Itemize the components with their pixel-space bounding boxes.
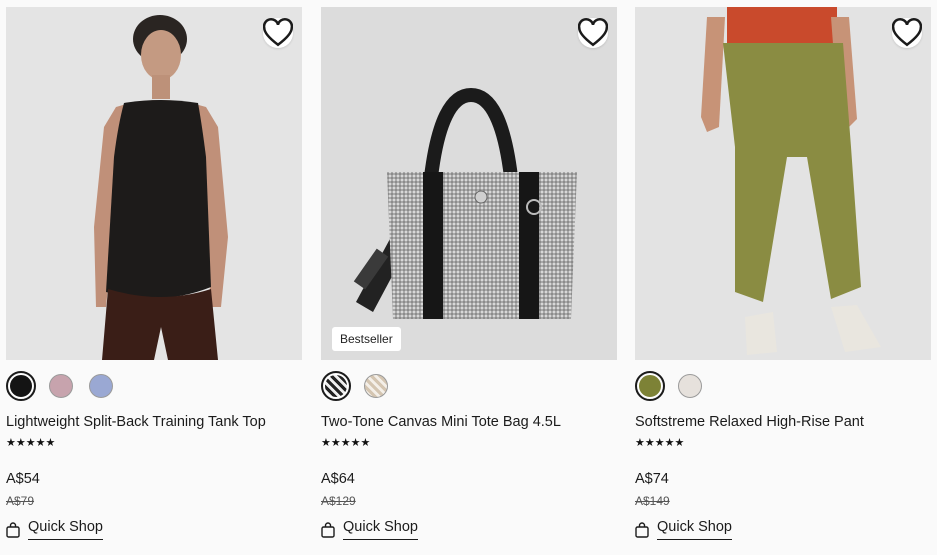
swatch-blue[interactable]: [89, 374, 113, 398]
rating-stars: ★★★★★: [6, 437, 56, 449]
rating-stars: ★★★★★: [635, 437, 685, 449]
swatch-bone[interactable]: [678, 374, 702, 398]
bestseller-badge: Bestseller: [332, 327, 401, 351]
sale-price: A$54: [6, 471, 40, 487]
original-price: A$129: [321, 494, 356, 508]
quick-shop-label: Quick Shop: [657, 519, 732, 540]
rating-stars: ★★★★★: [321, 437, 371, 449]
sale-price: A$64: [321, 471, 355, 487]
product-card-tank-top: Lightweight Split-Back Training Tank Top…: [6, 0, 302, 555]
heart-icon: [892, 17, 922, 46]
heart-icon: [578, 17, 608, 46]
wishlist-button[interactable]: [263, 17, 293, 48]
product-name[interactable]: Two-Tone Canvas Mini Tote Bag 4.5L: [321, 414, 561, 430]
tank-top-photo: [6, 7, 302, 360]
quick-shop-button[interactable]: Quick Shop: [635, 519, 732, 540]
color-swatches: [321, 371, 388, 401]
product-image-tote-bag[interactable]: Bestseller: [321, 7, 617, 360]
color-swatches: [6, 371, 113, 401]
wishlist-button[interactable]: [578, 17, 608, 48]
swatch-black[interactable]: [6, 371, 36, 401]
product-name[interactable]: Lightweight Split-Back Training Tank Top: [6, 414, 266, 430]
product-name[interactable]: Softstreme Relaxed High-Rise Pant: [635, 414, 864, 430]
shopping-bag-icon: [635, 521, 649, 538]
quick-shop-button[interactable]: Quick Shop: [321, 519, 418, 540]
product-card-pant: Softstreme Relaxed High-Rise Pant ★★★★★ …: [635, 0, 931, 555]
wishlist-button[interactable]: [892, 17, 922, 48]
product-image-tank-top[interactable]: [6, 7, 302, 360]
color-swatches: [635, 371, 702, 401]
quick-shop-button[interactable]: Quick Shop: [6, 519, 103, 540]
swatch-cream-pattern[interactable]: [364, 374, 388, 398]
product-image-pant[interactable]: [635, 7, 931, 360]
original-price: A$79: [6, 494, 35, 508]
quick-shop-label: Quick Shop: [343, 519, 418, 540]
swatch-pink[interactable]: [49, 374, 73, 398]
swatch-olive[interactable]: [635, 371, 665, 401]
original-price: A$149: [635, 494, 670, 508]
shopping-bag-icon: [321, 521, 335, 538]
sale-price: A$74: [635, 471, 669, 487]
shopping-bag-icon: [6, 521, 20, 538]
tote-bag-photo: [321, 7, 617, 360]
swatch-black-white-pattern[interactable]: [321, 371, 351, 401]
pant-photo: [635, 7, 931, 360]
heart-icon: [263, 17, 293, 46]
quick-shop-label: Quick Shop: [28, 519, 103, 540]
product-card-tote-bag: Bestseller Two-Tone Canvas Mini Tote Bag…: [321, 0, 617, 555]
